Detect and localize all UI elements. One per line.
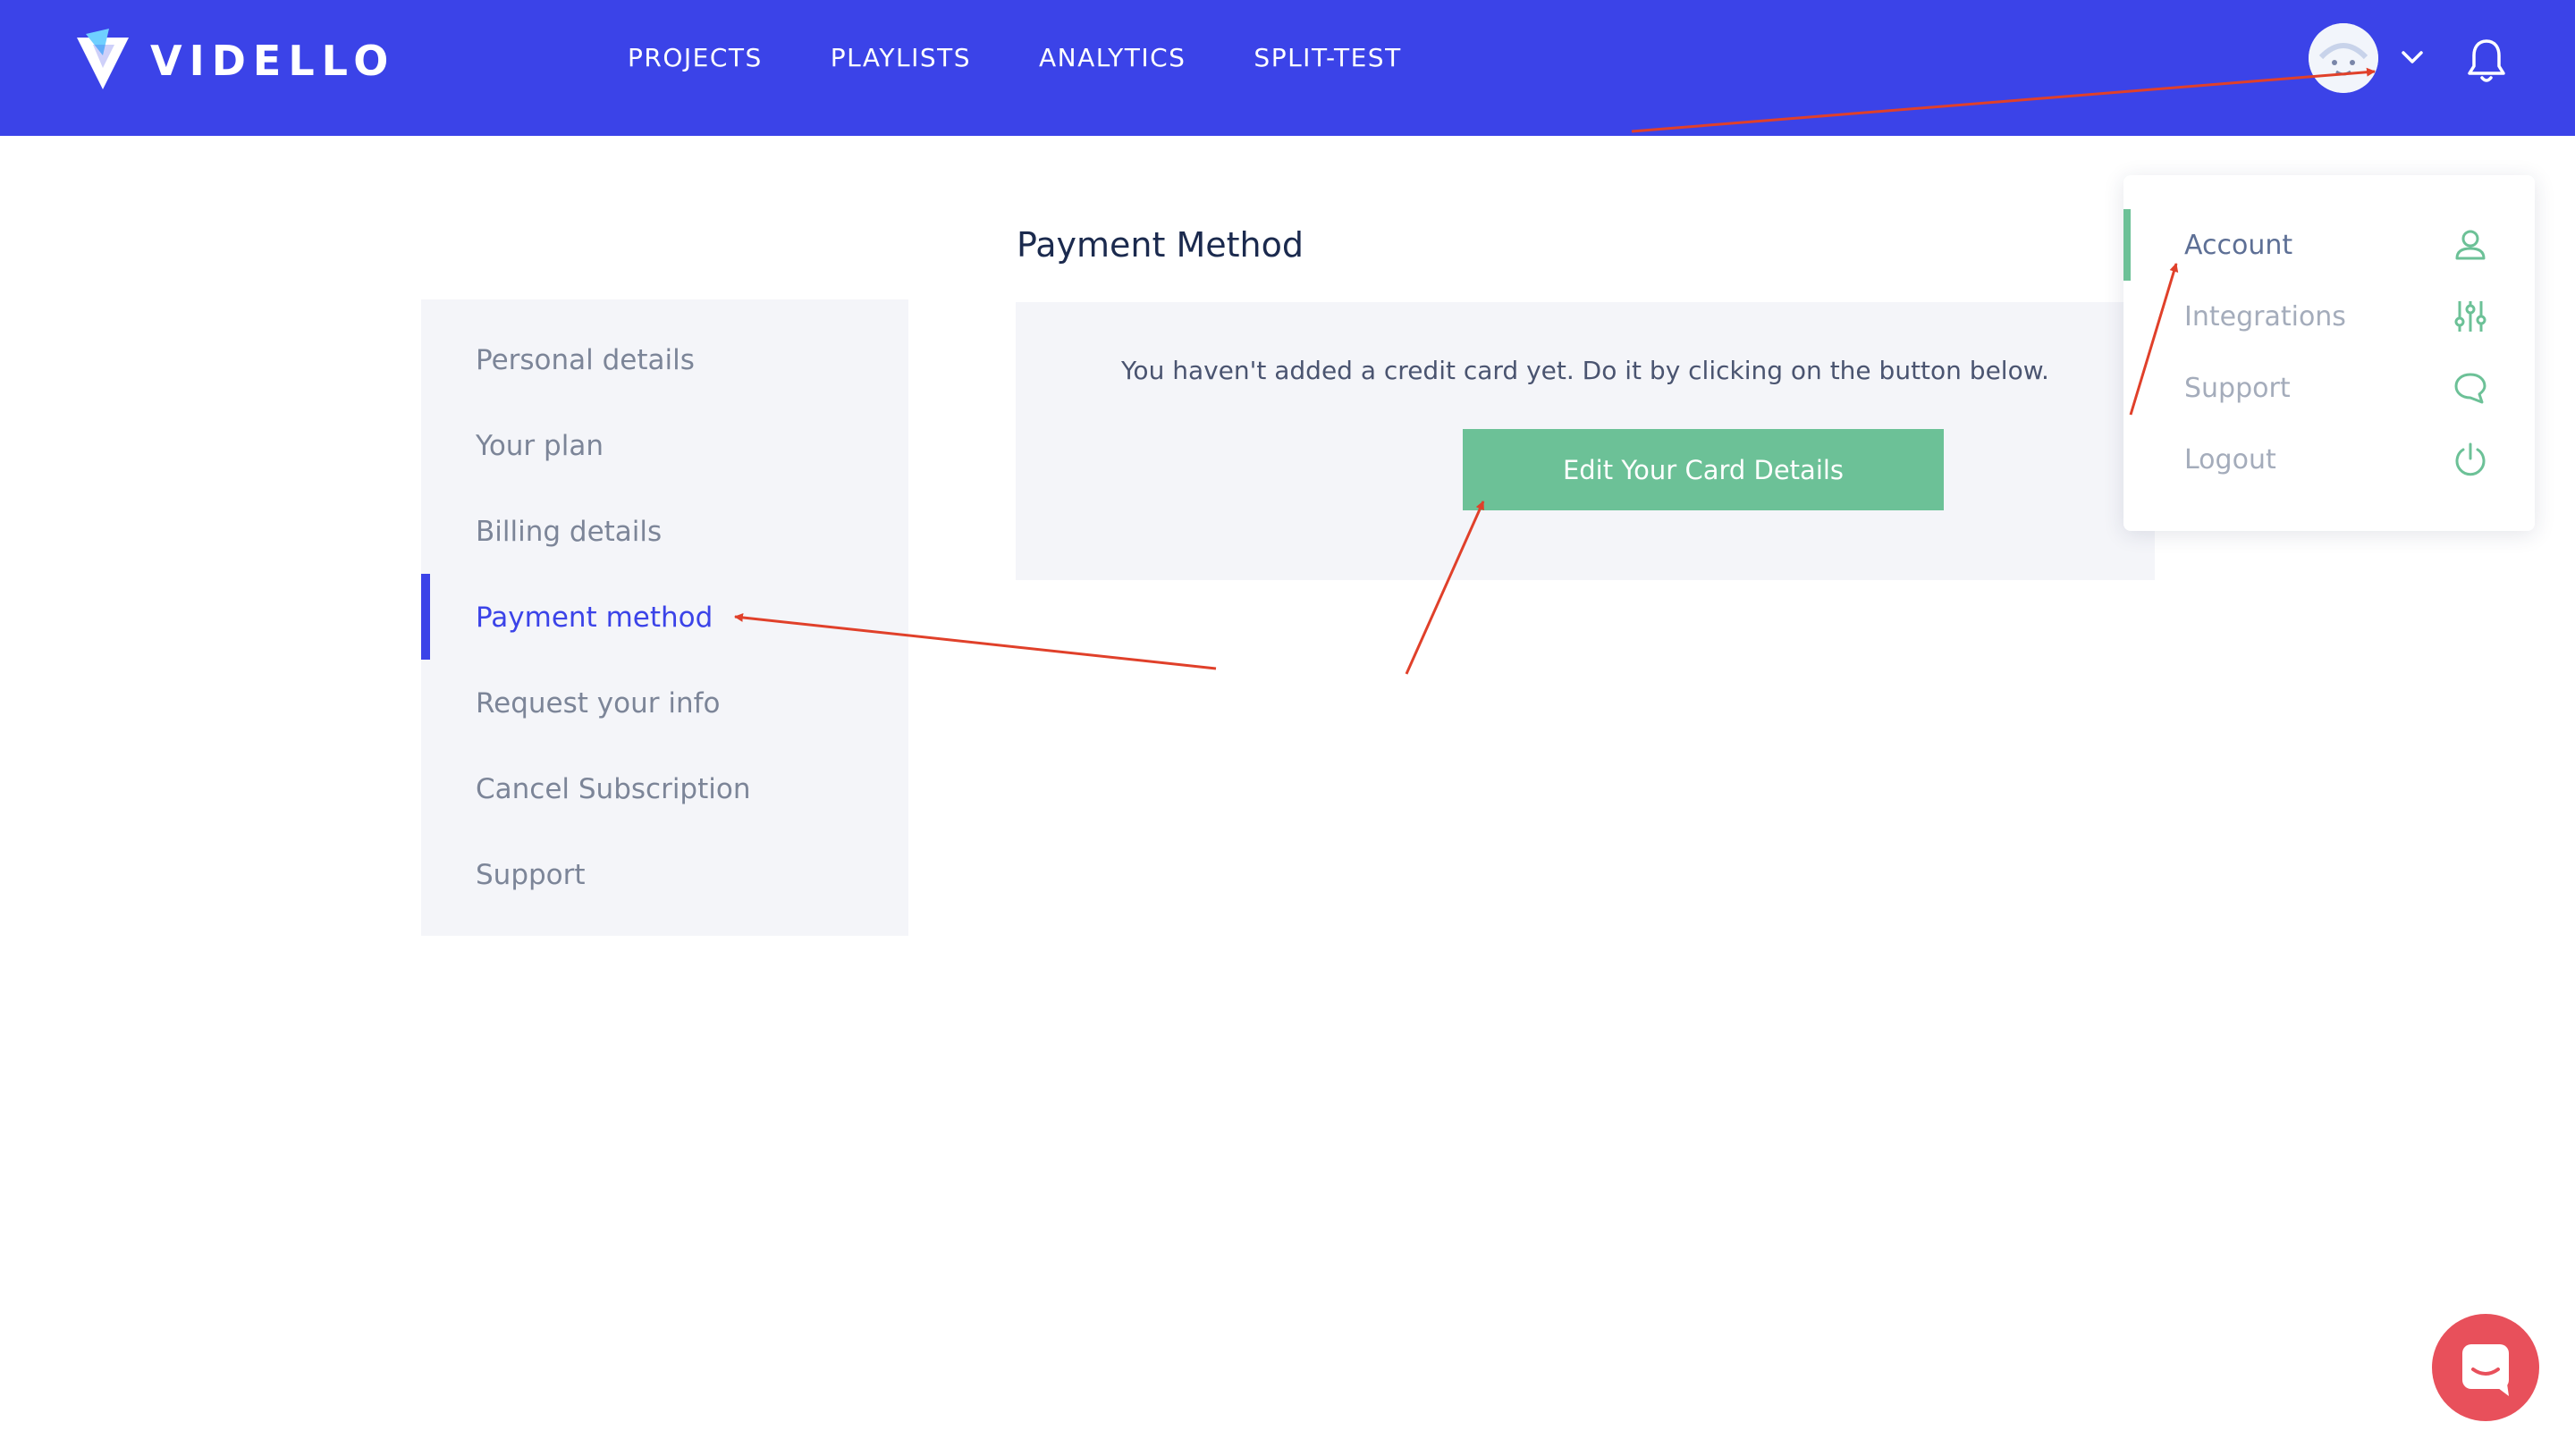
avatar-face-icon [2309,23,2378,93]
main-nav: PROJECTS PLAYLISTS ANALYTICS SPLIT-TEST [628,43,1470,72]
brand-name: VIDELLO [150,37,396,85]
nav-projects[interactable]: PROJECTS [628,43,763,72]
user-dropdown-menu: Account Integrations Support Logout [2123,175,2535,531]
page-title: Payment Method [1017,225,1304,265]
dropdown-item-label: Account [2184,229,2293,261]
vidello-logo[interactable]: VIDELLO [73,29,395,93]
no-card-message: You haven't added a credit card yet. Do … [1121,356,2049,385]
bell-icon[interactable] [2466,36,2507,84]
menu-your-plan[interactable]: Your plan [476,430,604,462]
user-icon [2455,230,2486,260]
sliders-icon [2454,301,2486,332]
dropdown-item-integrations[interactable]: Integrations [2184,290,2488,343]
edit-card-details-button[interactable]: Edit Your Card Details [1463,429,1944,510]
chat-icon [2454,373,2486,404]
dropdown-active-indicator [2123,209,2131,281]
active-indicator [421,574,430,660]
account-settings-menu: Personal details Your plan Billing detai… [421,299,908,936]
nav-split-test[interactable]: SPLIT-TEST [1254,43,1401,72]
chat-launcher-button[interactable] [2432,1314,2539,1421]
chat-bubble-icon [2462,1344,2509,1396]
menu-billing-details[interactable]: Billing details [476,516,662,548]
top-navigation-bar: VIDELLO PROJECTS PLAYLISTS ANALYTICS SPL… [0,0,2575,136]
chevron-down-icon[interactable] [2399,46,2426,68]
menu-payment-method[interactable]: Payment method [476,602,713,634]
menu-support[interactable]: Support [476,859,586,891]
vidello-logo-icon [77,29,129,89]
payment-method-card: You haven't added a credit card yet. Do … [1016,302,2155,580]
dropdown-item-logout[interactable]: Logout [2184,433,2488,486]
menu-cancel-subscription[interactable]: Cancel Subscription [476,773,751,805]
nav-playlists[interactable]: PLAYLISTS [831,43,971,72]
menu-request-your-info[interactable]: Request your info [476,687,720,720]
nav-analytics[interactable]: ANALYTICS [1039,43,1186,72]
dropdown-item-account[interactable]: Account [2184,218,2488,272]
user-avatar[interactable] [2309,23,2378,93]
power-icon [2455,442,2486,476]
dropdown-item-label: Support [2184,372,2291,404]
menu-personal-details[interactable]: Personal details [476,344,695,376]
dropdown-item-label: Integrations [2184,300,2346,332]
dropdown-item-support[interactable]: Support [2184,361,2488,415]
dropdown-caret [2335,157,2375,177]
dropdown-item-label: Logout [2184,443,2276,476]
